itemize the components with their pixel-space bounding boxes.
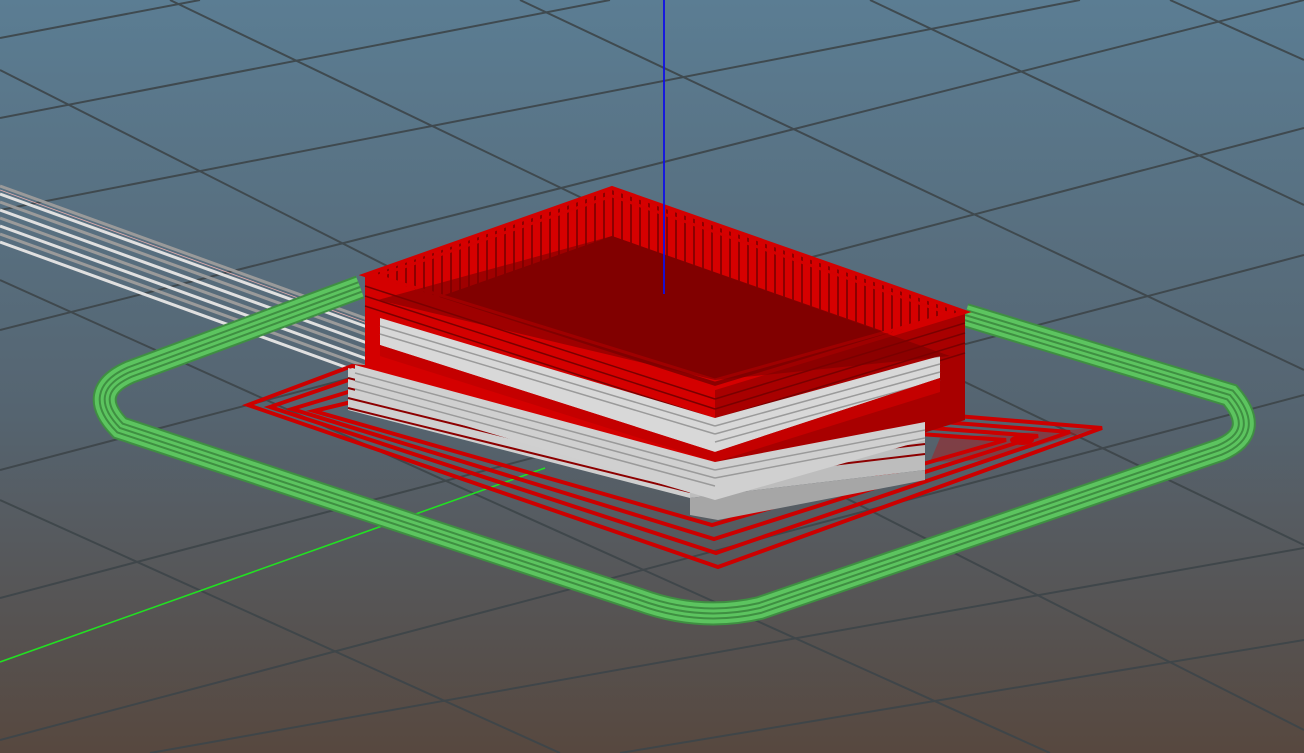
brim-dot (1010, 435, 1034, 445)
gcode-preview-viewport[interactable] (0, 0, 1304, 753)
